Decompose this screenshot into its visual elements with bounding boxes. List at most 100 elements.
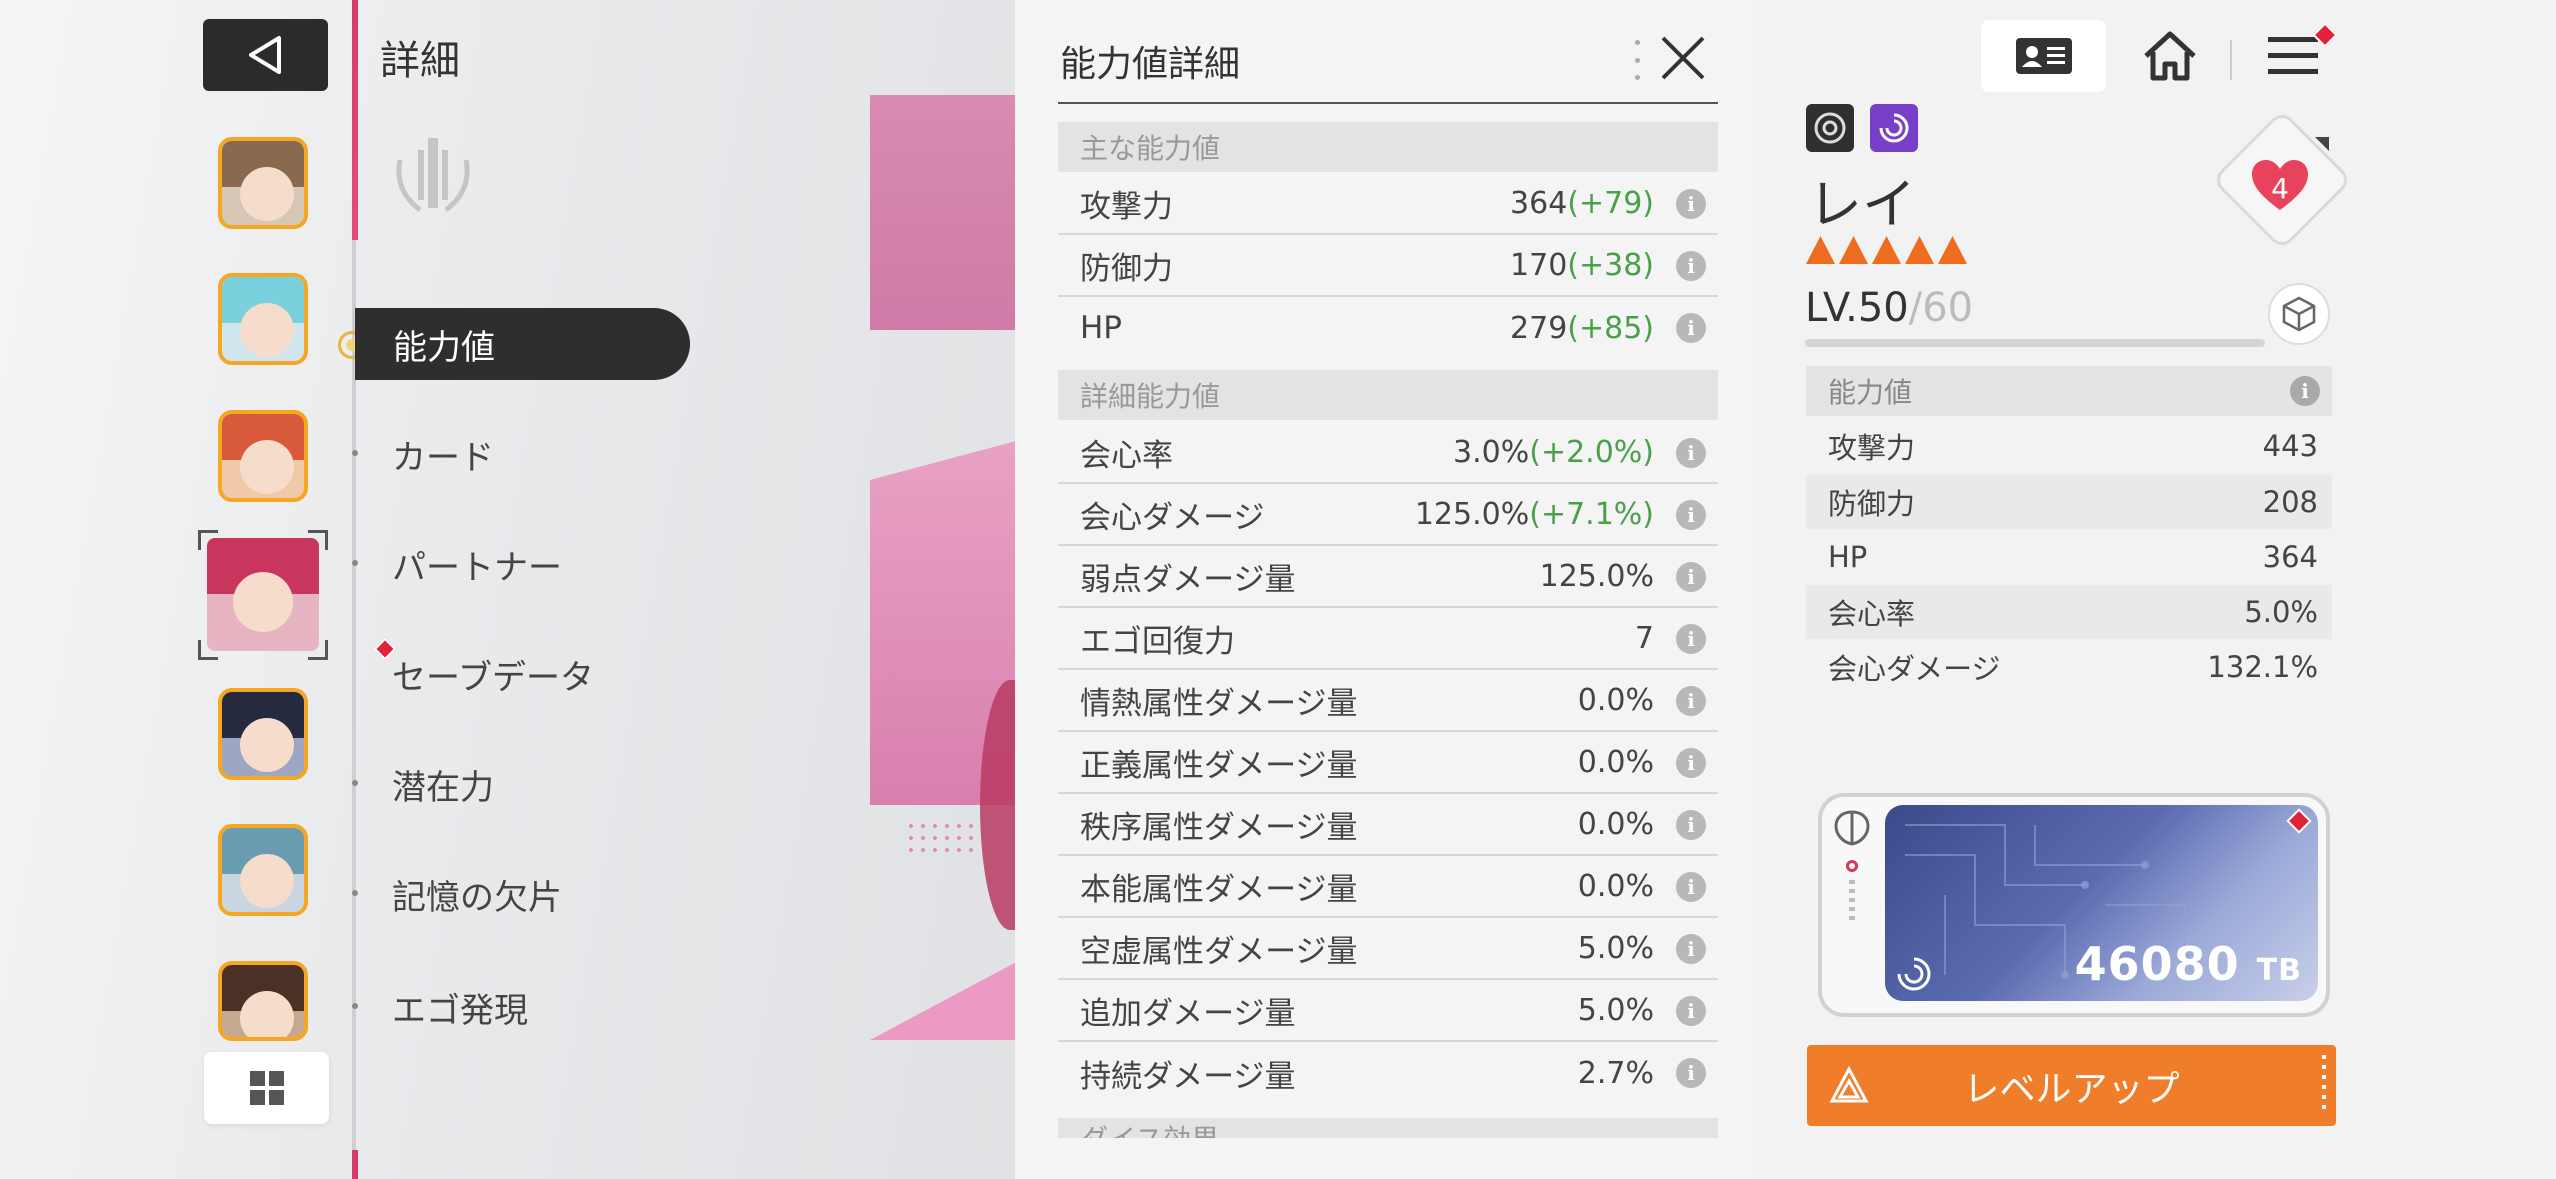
stat-value: 7 [1634, 620, 1654, 656]
stat-row: 弱点ダメージ量 125.0% i [1058, 546, 1718, 608]
menu-item-label: エゴ発現 [392, 991, 528, 1031]
toolbar-divider [2230, 40, 2232, 80]
character-portrait[interactable] [218, 688, 308, 780]
menu-item-label: 能力値 [393, 327, 495, 368]
summary-value: 443 [2262, 429, 2318, 463]
stat-value: 0.0% [1577, 868, 1654, 904]
grid-view-button[interactable] [204, 1052, 329, 1124]
panel-divider [1058, 102, 1718, 104]
vortex-icon [1870, 104, 1918, 152]
info-icon[interactable]: i [1676, 562, 1706, 592]
info-icon[interactable]: i [1676, 1058, 1706, 1088]
character-portrait-selected[interactable] [207, 538, 319, 651]
character-portrait[interactable] [218, 410, 308, 502]
section-main-stats: 主な能力値 [1058, 122, 1718, 172]
stat-value: 125.0% [1414, 496, 1530, 532]
menu-item-card[interactable]: カード [352, 430, 494, 479]
stat-label: 正義属性ダメージ量 [1080, 747, 1358, 784]
back-button[interactable] [203, 19, 328, 91]
character-name: レイ [1808, 173, 1916, 236]
level-max: /60 [1908, 285, 1974, 331]
stat-row: 会心率 3.0%(+2.0%) i [1058, 422, 1718, 484]
stat-row: 攻撃力 364(+79) i [1058, 173, 1718, 235]
stat-row: HP 279(+85) i [1058, 297, 1718, 359]
summary-label: 攻撃力 [1828, 431, 1916, 465]
info-icon[interactable]: i [1676, 251, 1706, 281]
info-icon[interactable]: i [1676, 686, 1706, 716]
menu-item-potential[interactable]: 潜在力 [352, 760, 494, 809]
tb-value: 46080 [2074, 937, 2240, 991]
exp-bar [1805, 339, 2265, 347]
stat-label: 会心率 [1080, 437, 1173, 474]
rarity-icon [1905, 236, 1934, 264]
stat-value: 3.0% [1453, 434, 1530, 470]
stat-bonus: (+79) [1567, 185, 1654, 221]
menu-item-partner[interactable]: パートナー [352, 540, 562, 589]
info-icon[interactable]: i [1676, 996, 1706, 1026]
menu-item-save-data[interactable]: セーブデータ [392, 650, 594, 699]
close-icon[interactable] [1655, 30, 1711, 86]
character-portrait[interactable] [218, 961, 308, 1041]
character-art-fragment [870, 95, 1020, 330]
info-icon[interactable]: i [1676, 500, 1706, 530]
stat-value: 125.0% [1539, 558, 1654, 594]
menu-item-label: セーブデータ [392, 658, 594, 698]
indicator-dot [1846, 860, 1858, 872]
rarity-icon [1872, 236, 1901, 264]
stat-row: 持続ダメージ量 2.7% i [1058, 1042, 1718, 1104]
stat-value: 0.0% [1577, 744, 1654, 780]
info-icon[interactable]: i [1676, 438, 1706, 468]
info-icon[interactable]: i [1676, 189, 1706, 219]
stat-row: 防御力 170(+38) i [1058, 235, 1718, 297]
panel-title: 能力値詳細 [1060, 44, 1241, 85]
menu-item-memory-fragment[interactable]: 記憶の欠片 [352, 870, 562, 919]
menu-item-stats[interactable]: 能力値 [355, 308, 690, 380]
character-portrait[interactable] [218, 824, 308, 916]
summary-label: HP [1828, 540, 1868, 574]
menu-item-label: パートナー [392, 548, 562, 588]
stat-value: 170 [1510, 247, 1568, 283]
summary-label: 会心率 [1828, 597, 1916, 631]
menu-item-label: 潜在力 [392, 768, 494, 808]
info-icon[interactable]: i [1676, 872, 1706, 902]
level-up-icon [1829, 1065, 1869, 1103]
character-portrait[interactable] [218, 273, 308, 365]
stat-row: 本能属性ダメージ量 0.0% i [1058, 856, 1718, 918]
stat-label: 会心ダメージ [1080, 499, 1265, 536]
summary-row: 防御力 208 [1806, 475, 2332, 529]
nav-accent [352, 1150, 358, 1179]
section-dice-effect: ダイス効果 [1058, 1118, 1718, 1138]
rarity-icon [1806, 236, 1835, 264]
info-icon[interactable]: i [2290, 376, 2320, 406]
info-icon[interactable]: i [1676, 810, 1706, 840]
emblem-logo [396, 138, 470, 212]
menu-item-ego[interactable]: エゴ発現 [352, 983, 528, 1032]
stat-row: 会心ダメージ 125.0%(+7.1%) i [1058, 484, 1718, 546]
info-icon[interactable]: i [1676, 748, 1706, 778]
summary-header-label: 能力値 [1828, 376, 1913, 409]
home-button[interactable] [2130, 20, 2210, 92]
stat-bonus: (+2.0%) [1529, 434, 1654, 470]
info-icon[interactable]: i [1676, 313, 1706, 343]
profile-card-button[interactable] [1981, 20, 2106, 92]
stat-label: 攻撃力 [1080, 188, 1173, 225]
level-label: LV. [1805, 285, 1858, 331]
panel-handle-icon [1635, 40, 1641, 80]
rarity-icon [1938, 236, 1967, 264]
stat-label: 追加ダメージ量 [1080, 995, 1296, 1032]
info-icon[interactable]: i [1676, 934, 1706, 964]
character-portrait[interactable] [218, 137, 308, 229]
level-up-button[interactable]: レベルアップ [1807, 1045, 2336, 1126]
home-icon [2144, 31, 2196, 81]
stat-bonus: (+38) [1567, 247, 1654, 283]
summary-value: 364 [2262, 540, 2318, 574]
info-icon[interactable]: i [1676, 624, 1706, 654]
stat-row: 追加ダメージ量 5.0% i [1058, 980, 1718, 1042]
rarity-stars [1806, 236, 1967, 268]
stat-row: 情熱属性ダメージ量 0.0% i [1058, 670, 1718, 732]
vortex-icon [1897, 957, 1931, 991]
stat-label: 持続ダメージ量 [1080, 1058, 1296, 1095]
level-up-label: レベルアップ [1963, 1068, 2180, 1110]
cube-button[interactable] [2268, 283, 2330, 345]
decorative-dashes [1849, 880, 1855, 920]
